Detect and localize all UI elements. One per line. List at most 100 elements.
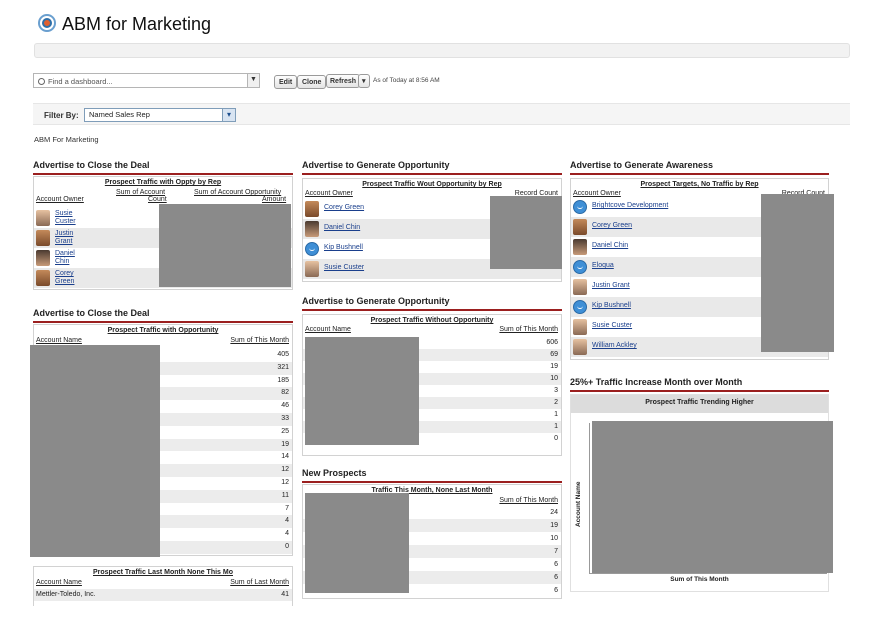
row-value: 33 — [281, 415, 289, 422]
panel-title: Prospect Traffic Trending Higher — [571, 395, 828, 413]
rep-oppty-table: Prospect Traffic with Oppty by Rep Sum o… — [33, 176, 293, 290]
column-header[interactable]: Account Owner — [573, 190, 621, 197]
component-title: New Prospects — [302, 468, 562, 483]
search-icon — [38, 78, 45, 85]
column-header[interactable]: Sum of Account — [116, 189, 165, 196]
y-axis-line — [589, 423, 590, 573]
page-title: ABM for Marketing — [62, 14, 212, 34]
header-bar — [34, 43, 850, 58]
owner-link[interactable]: Custer — [55, 218, 76, 225]
row-value: 7 — [285, 504, 289, 512]
panel-title: Prospect Traffic Wout Opportunity by Rep — [362, 181, 502, 188]
owner-link[interactable]: Eloqua — [592, 262, 614, 269]
owner-link[interactable]: Susie Custer — [592, 322, 632, 329]
avatar — [36, 250, 50, 266]
owner-link[interactable]: Green — [55, 278, 74, 285]
owner-link[interactable]: Susie — [55, 210, 73, 217]
column-header[interactable]: Account Name — [305, 326, 351, 333]
chevron-down-icon[interactable]: ▾ — [222, 109, 235, 121]
column-header[interactable]: Amount — [262, 196, 286, 203]
filter-select-value: Named Sales Rep — [89, 110, 150, 119]
owner-link[interactable]: Daniel Chin — [592, 242, 628, 249]
owner-link[interactable]: William Ackley — [592, 342, 637, 349]
column-header[interactable]: Sum of This Month — [230, 337, 289, 344]
avatar — [36, 210, 50, 226]
row-value: 46 — [281, 402, 289, 410]
owner-link[interactable]: Corey Green — [324, 204, 364, 211]
avatar — [573, 319, 587, 335]
owner-link[interactable]: Kip Bushnell — [324, 244, 363, 251]
row-value: 19 — [281, 440, 289, 448]
avatar — [573, 219, 587, 235]
column-header[interactable]: Account Owner — [36, 196, 84, 203]
owner-link[interactable]: Kip Bushnell — [592, 302, 631, 309]
refresh-timestamp: As of Today at 8:56 AM — [373, 77, 440, 84]
owner-link[interactable]: Justin Grant — [592, 282, 630, 289]
owner-link[interactable]: Corey Green — [592, 222, 632, 229]
row-value: 4 — [285, 530, 289, 538]
dashboard-search-input[interactable]: Find a dashboard... ▼ — [33, 73, 260, 88]
redacted-area — [761, 194, 834, 352]
row-value: 82 — [281, 389, 289, 397]
column-header[interactable]: Sum of Last Month — [230, 579, 289, 586]
clone-button[interactable]: Clone — [297, 75, 327, 89]
avatar — [573, 279, 587, 295]
owner-link[interactable]: Daniel — [55, 250, 75, 257]
row-value: 606 — [546, 339, 558, 346]
account-link[interactable]: Mettler-Toledo, Inc. — [36, 589, 96, 601]
row-value: 321 — [277, 363, 289, 371]
row-value: 41 — [281, 591, 289, 598]
chevron-down-icon[interactable]: ▼ — [247, 74, 259, 87]
row-value: 11 — [281, 491, 289, 499]
owner-link[interactable]: Daniel Chin — [324, 224, 360, 231]
row-value: 10 — [550, 375, 558, 382]
default-avatar-icon — [573, 300, 587, 314]
panel-title: Prospect Targets, No Traffic by Rep — [640, 181, 759, 188]
avatar — [36, 230, 50, 246]
trending-higher-chart: Prospect Traffic Trending Higher Account… — [570, 394, 833, 592]
owner-link[interactable]: Chin — [55, 258, 69, 265]
column-header[interactable]: Sum of Account Opportunity — [194, 189, 281, 196]
column-header[interactable]: Account Name — [36, 337, 82, 344]
owner-link[interactable]: Brightcove Development — [592, 202, 668, 209]
row-value: 10 — [550, 535, 558, 542]
row-value: 1 — [554, 423, 558, 430]
traffic-no-oppty-table: Prospect Traffic Without Opportunity Acc… — [302, 314, 562, 456]
panel-title: Prospect Traffic Without Opportunity — [370, 317, 494, 324]
default-avatar-icon — [573, 260, 587, 274]
column-header[interactable]: Sum of This Month — [499, 497, 558, 504]
refresh-button[interactable]: Refresh — [326, 74, 361, 88]
column-header[interactable]: Account Owner — [305, 190, 353, 197]
edit-button[interactable]: Edit — [274, 75, 298, 89]
panel-title: Prospect Traffic with Oppty by Rep — [104, 179, 222, 186]
column-header[interactable]: Count — [148, 196, 167, 203]
panel-title: Prospect Traffic with Opportunity — [107, 327, 219, 334]
new-prospects-table: Traffic This Month, None Last Month Sum … — [302, 484, 562, 599]
default-avatar-icon — [573, 200, 587, 214]
row-value: 14 — [281, 453, 289, 461]
component-title: Advertise to Close the Deal — [33, 308, 293, 323]
owner-link[interactable]: Justin — [55, 230, 73, 237]
owner-link[interactable]: Corey — [55, 270, 74, 277]
x-axis-line — [589, 573, 827, 574]
row-value: 19 — [550, 363, 558, 370]
default-avatar-icon — [305, 242, 319, 256]
refresh-menu-button[interactable]: ▾ — [358, 74, 370, 88]
avatar — [305, 261, 319, 277]
owner-link[interactable]: Susie Custer — [324, 264, 364, 271]
column-header[interactable]: Sum of This Month — [499, 326, 558, 333]
row-value: 12 — [281, 466, 289, 474]
redacted-area — [30, 345, 160, 557]
row-value: 69 — [550, 351, 558, 358]
y-axis-label: Account Name — [575, 481, 582, 527]
owner-link[interactable]: Grant — [55, 238, 73, 245]
row-value: 4 — [285, 517, 289, 525]
column-header[interactable]: Account Name — [36, 579, 82, 586]
filter-select[interactable]: Named Sales Rep ▾ — [84, 108, 236, 122]
component-title: Advertise to Generate Opportunity — [302, 296, 562, 311]
redacted-area — [490, 196, 562, 269]
row-value: 3 — [554, 387, 558, 394]
abm-logo-icon — [38, 14, 56, 32]
avatar — [305, 201, 319, 217]
row-value: 1 — [554, 411, 558, 418]
